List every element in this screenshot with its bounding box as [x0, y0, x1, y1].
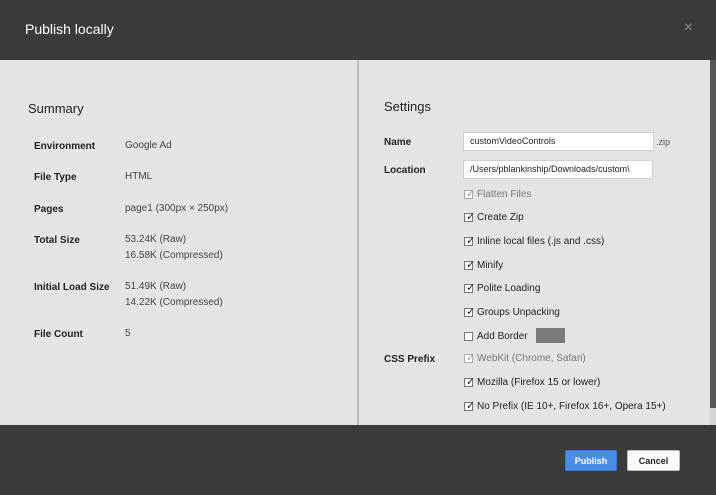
location-label: Location [384, 165, 426, 176]
summary-heading: Summary [28, 101, 84, 116]
location-input[interactable]: /Users/pblankinship/Downloads/custom\ [463, 160, 653, 179]
css-prefix-label: CSS Prefix [384, 354, 436, 365]
mozilla-checkbox[interactable]: ✓ [464, 376, 476, 388]
settings-heading: Settings [384, 99, 431, 114]
summary-label-total-size: Total Size [34, 235, 80, 246]
summary-label-file-type: File Type [34, 172, 77, 183]
checkmark-icon: ✓ [466, 188, 476, 200]
create-zip-checkbox[interactable]: ✓ [464, 211, 476, 223]
dialog-titlebar: Publish locally × [0, 0, 716, 60]
checkmark-icon: ✓ [466, 376, 476, 388]
checkmark-icon: ✓ [466, 400, 476, 412]
minify-label: Minify [477, 260, 504, 271]
name-input[interactable]: customVideoControls [463, 132, 654, 151]
no-prefix-label: No Prefix (IE 10+, Firefox 16+, Opera 15… [477, 401, 666, 412]
summary-value-file-count: 5 [125, 328, 131, 339]
summary-label-file-count: File Count [34, 329, 83, 340]
flatten-files-label: Flatten Files [477, 189, 532, 200]
publish-dialog: Publish locally × Summary Environment Go… [0, 0, 716, 495]
polite-loading-checkbox[interactable]: ✓ [464, 282, 476, 294]
summary-label-pages: Pages [34, 204, 64, 215]
summary-value-total-size-compressed: 16.58K (Compressed) [125, 250, 223, 261]
location-value: /Users/pblankinship/Downloads/custom\ [470, 164, 630, 174]
inline-local-files-checkbox[interactable]: ✓ [464, 235, 476, 247]
dialog-title: Publish locally [25, 21, 114, 37]
flatten-files-checkbox[interactable]: ✓ [464, 188, 476, 200]
name-suffix: .zip [656, 137, 671, 147]
webkit-label: WebKit (Chrome, Safari) [477, 353, 586, 364]
checkmark-icon: ✓ [466, 259, 476, 271]
groups-unpacking-label: Groups Unpacking [477, 307, 560, 318]
checkmark-icon: ✓ [466, 306, 476, 318]
summary-value-total-size-raw: 53.24K (Raw) [125, 234, 187, 245]
checkmark-icon: ✓ [466, 235, 476, 247]
summary-panel: Summary Environment Google Ad File Type … [0, 60, 357, 425]
checkmark-icon: ✓ [466, 352, 476, 364]
checkmark-icon: ✓ [466, 211, 476, 223]
groups-unpacking-checkbox[interactable]: ✓ [464, 306, 476, 318]
dialog-footer: Publish Cancel [0, 425, 716, 495]
publish-button[interactable]: Publish [565, 450, 617, 471]
polite-loading-label: Polite Loading [477, 283, 541, 294]
name-label: Name [384, 137, 412, 148]
summary-value-initial-load-raw: 51.49K (Raw) [125, 281, 187, 292]
settings-panel: Settings Name customVideoControls .zip L… [359, 60, 710, 425]
close-icon[interactable]: × [684, 20, 693, 36]
summary-value-file-type: HTML [125, 171, 153, 182]
add-border-label: Add Border [477, 331, 528, 342]
summary-value-initial-load-compressed: 14.22K (Compressed) [125, 297, 223, 308]
border-color-swatch[interactable] [536, 328, 565, 343]
inline-local-files-label: Inline local files (.js and .css) [477, 236, 605, 247]
summary-label-environment: Environment [34, 141, 96, 152]
settings-scrollbar[interactable] [710, 60, 716, 425]
add-border-checkbox[interactable] [464, 332, 473, 341]
create-zip-label: Create Zip [477, 212, 524, 223]
no-prefix-checkbox[interactable]: ✓ [464, 400, 476, 412]
webkit-checkbox[interactable]: ✓ [464, 352, 476, 364]
scrollbar-thumb[interactable] [710, 60, 716, 408]
cancel-button[interactable]: Cancel [627, 450, 680, 471]
summary-value-pages: page1 (300px × 250px) [125, 203, 229, 214]
dialog-content: Summary Environment Google Ad File Type … [0, 60, 716, 425]
minify-checkbox[interactable]: ✓ [464, 259, 476, 271]
mozilla-label: Mozilla (Firefox 15 or lower) [477, 377, 601, 388]
checkmark-icon: ✓ [466, 282, 476, 294]
summary-value-environment: Google Ad [125, 140, 172, 151]
summary-label-initial-load-size: Initial Load Size [34, 282, 110, 293]
